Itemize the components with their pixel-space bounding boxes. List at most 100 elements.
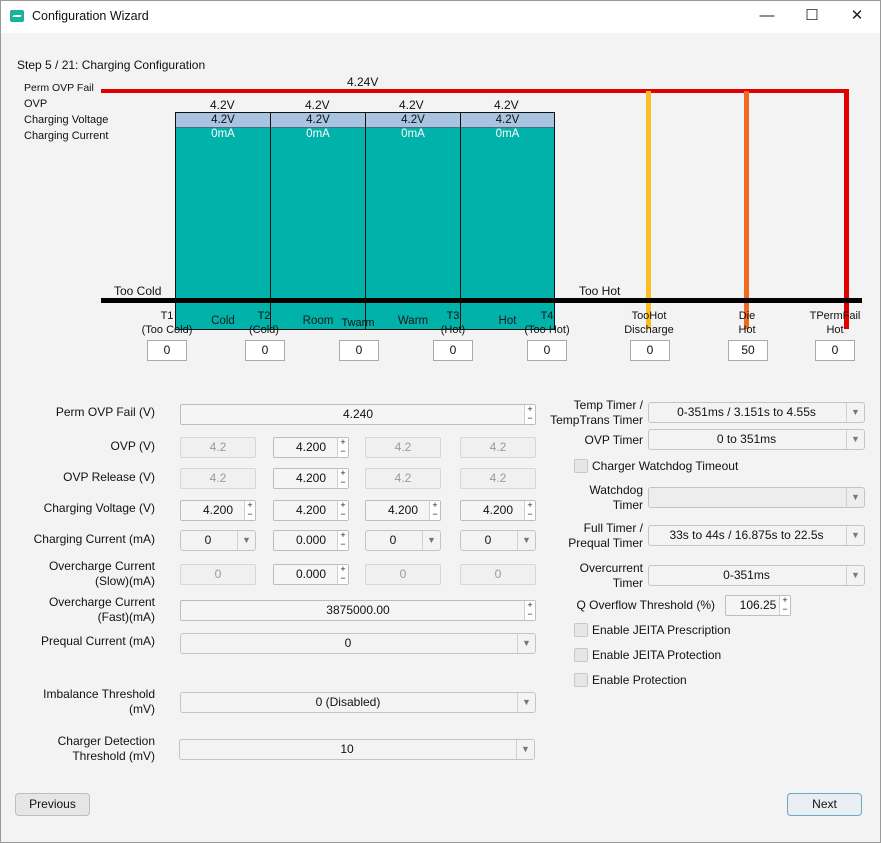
perm-ovp-fail-spinner[interactable]: 4.240 + − [180,404,536,425]
tpermfail-caption-line1: TPermFail [809,310,861,322]
overcurrent-timer-value: 0-351ms [723,568,770,582]
charging-current-cold-select[interactable]: 0 ▼ [180,530,256,551]
chevron-down-icon[interactable]: ▼ [517,634,535,653]
minimize-button[interactable]: — [744,1,790,33]
overcharge-slow-label: Overcharge Current (Slow)(mA) [1,559,155,589]
charger-detection-value: 10 [340,742,354,756]
t3-caption: T3 (Hot) [408,309,498,337]
spin-arrows-icon[interactable]: + − [337,501,348,520]
chevron-down-icon[interactable]: ▼ [846,566,864,585]
imbalance-threshold-select[interactable]: 0 (Disabled) ▼ [180,692,536,713]
chevron-down-icon[interactable]: ▼ [422,531,440,550]
enable-protection-checkbox[interactable] [574,673,588,687]
next-button[interactable]: Next [787,793,862,816]
charging-current-room-spinner[interactable]: 0.000 + − [273,530,349,551]
temp-timer-select[interactable]: 0-351ms / 3.151s to 4.55s ▼ [648,402,865,423]
charging-current-warm-select[interactable]: 0 ▼ [365,530,441,551]
chevron-down-icon[interactable]: ▼ [846,403,864,422]
zone-cv-warm: 4.2V [366,113,460,128]
chevron-down-icon[interactable]: ▼ [846,526,864,545]
t3-input[interactable]: 0 [433,340,473,361]
charger-detection-select[interactable]: 10 ▼ [179,739,535,760]
spin-arrows-icon[interactable]: + − [524,601,535,620]
charger-watchdog-checkbox[interactable] [574,459,588,473]
temp-timer-label-line1: Temp Timer / [573,398,643,412]
spin-arrows-icon[interactable]: + − [337,438,348,457]
charging-current-room-value: 0.000 [295,533,327,547]
jeita-prescription-label: Enable JEITA Prescription [592,623,731,637]
ovp-release-room-spinner[interactable]: 4.200 + − [273,468,349,489]
t4-caption-line2: (Too Hot) [524,324,570,336]
overcharge-fast-spinner[interactable]: 3875000.00 + − [180,600,536,621]
prequal-current-select[interactable]: 0 ▼ [180,633,536,654]
charger-watchdog-label: Charger Watchdog Timeout [592,459,739,473]
spin-arrows-icon[interactable]: + − [337,531,348,550]
chevron-down-icon[interactable]: ▼ [846,430,864,449]
ovp-row-label: OVP [24,98,48,110]
t2-caption: T2 (Cold) [219,309,309,337]
window-title: Configuration Wizard [32,9,149,23]
charging-current-label: Charging Current (mA) [33,532,155,546]
charger-detection-label-line1: Charger Detection [57,734,155,748]
charger-detection-label-line2: Threshold (mV) [72,749,155,763]
chevron-down-icon[interactable]: ▼ [517,693,535,712]
full-timer-label: Full Timer / Prequal Timer [489,521,643,551]
ovp-room-value: 4.200 [295,440,327,454]
jeita-prescription-checkbox[interactable] [574,623,588,637]
ovp-room-spinner[interactable]: 4.200 + − [273,437,349,458]
perm-ovp-label: Perm OVP Fail [24,82,94,94]
t1-input[interactable]: 0 [147,340,187,361]
perm-ovp-fail-value: 4.240 [342,407,374,421]
close-button[interactable]: ✕ [834,1,880,33]
chevron-down-icon[interactable]: ▼ [516,740,534,759]
full-timer-select[interactable]: 33s to 44s / 16.875s to 22.5s ▼ [648,525,865,546]
full-timer-label-line2: Prequal Timer [568,536,643,550]
enable-protection-label: Enable Protection [592,673,687,687]
zone-ovp-hot: 4.2V [494,98,519,112]
t4-caption-line1: T4 [540,310,554,322]
zone-cc-hot: 0mA [495,128,520,140]
too-hot-label: Too Hot [579,284,621,298]
jeita-protection-checkbox[interactable] [574,648,588,662]
die-hot-input[interactable]: 50 [728,340,768,361]
twarm-input[interactable]: 0 [339,340,379,361]
t4-input[interactable]: 0 [527,340,567,361]
q-overflow-spinner[interactable]: 106.25 + − [725,595,791,616]
chevron-down-icon[interactable]: ▼ [237,531,255,550]
spin-arrows-icon[interactable]: + − [337,565,348,584]
charging-voltage-cold-spinner[interactable]: 4.200 + − [180,500,256,521]
toohot-discharge-caption-line2: Discharge [624,324,674,336]
charging-current-warm-value: 0 [389,533,397,547]
previous-button[interactable]: Previous [15,793,90,816]
overcurrent-timer-select[interactable]: 0-351ms ▼ [648,565,865,586]
imbalance-threshold-value: 0 (Disabled) [315,695,381,709]
ovp-warm-field: 4.2 [365,437,441,458]
watchdog-timer-select[interactable]: ▼ [648,487,865,508]
tpermfail-input[interactable]: 0 [815,340,855,361]
spin-arrows-icon[interactable]: + − [244,501,255,520]
spin-arrows-icon[interactable]: + − [337,469,348,488]
temp-timer-label: Temp Timer / TempTrans Timer [489,398,643,428]
toohot-discharge-input[interactable]: 0 [630,340,670,361]
overcharge-slow-label-line2: (Slow)(mA) [95,574,155,588]
watchdog-timer-label: Watchdog Timer [489,483,643,513]
charging-voltage-warm-spinner[interactable]: 4.200 + − [365,500,441,521]
chevron-down-icon[interactable]: ▼ [846,488,864,507]
charging-voltage-room-value: 4.200 [295,503,327,517]
overcharge-slow-room-spinner[interactable]: 0.000 + − [273,564,349,585]
maximize-button[interactable]: ☐ [789,1,835,33]
t2-input[interactable]: 0 [245,340,285,361]
spin-arrows-icon[interactable]: + − [779,596,790,615]
perm-ovp-value: 4.24V [347,75,379,89]
ovp-release-warm-field: 4.2 [365,468,441,489]
charging-voltage-label: Charging Voltage (V) [43,501,155,515]
temperature-baseline [101,298,862,303]
ovp-timer-select[interactable]: 0 to 351ms ▼ [648,429,865,450]
charging-voltage-room-spinner[interactable]: 4.200 + − [273,500,349,521]
die-hot-caption-line1: Die [738,310,756,322]
spin-arrows-icon[interactable]: + − [429,501,440,520]
temp-timer-label-line2: TempTrans Timer [550,413,643,427]
q-overflow-label: Q Overflow Threshold (%) [576,598,716,612]
app-icon [10,10,24,22]
watchdog-timer-label-line2: Timer [612,498,643,512]
